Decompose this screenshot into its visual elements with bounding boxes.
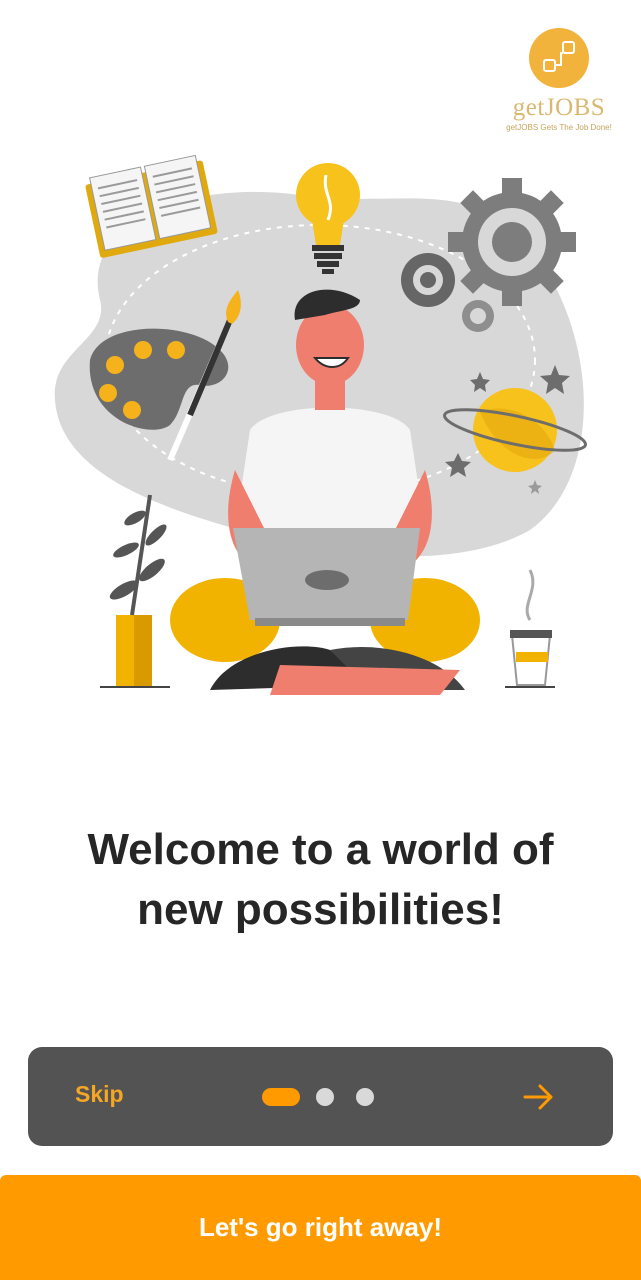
skip-button[interactable]: Skip <box>75 1081 124 1108</box>
brand-logo: getJOBS getJOBS Gets The Job Done! <box>503 28 615 146</box>
developer-meditating-illustration <box>54 154 587 695</box>
page-dot-1-active[interactable] <box>262 1088 300 1106</box>
arrow-right-icon[interactable] <box>522 1080 556 1114</box>
small-gear-icon <box>401 253 455 307</box>
brand-tagline: getJOBS Gets The Job Done! <box>506 123 612 132</box>
page-dot-2[interactable] <box>316 1088 334 1106</box>
page-dot-3[interactable] <box>356 1088 374 1106</box>
headline-line-2: new possibilities! <box>137 885 504 934</box>
coffee-cup-icon <box>505 569 555 688</box>
lets-go-button[interactable]: Let's go right away! <box>0 1175 641 1280</box>
plant-icon <box>100 494 170 688</box>
tiny-gear-icon <box>462 300 494 332</box>
gear-icon <box>448 178 576 306</box>
brand-name: getJOBS <box>512 94 606 121</box>
onboarding-pager-bar: Skip <box>28 1047 613 1146</box>
logo-squares-icon <box>529 28 589 88</box>
onboarding-headline: Welcome to a world of new possibilities! <box>0 820 641 940</box>
headline-line-1: Welcome to a world of <box>87 825 554 874</box>
